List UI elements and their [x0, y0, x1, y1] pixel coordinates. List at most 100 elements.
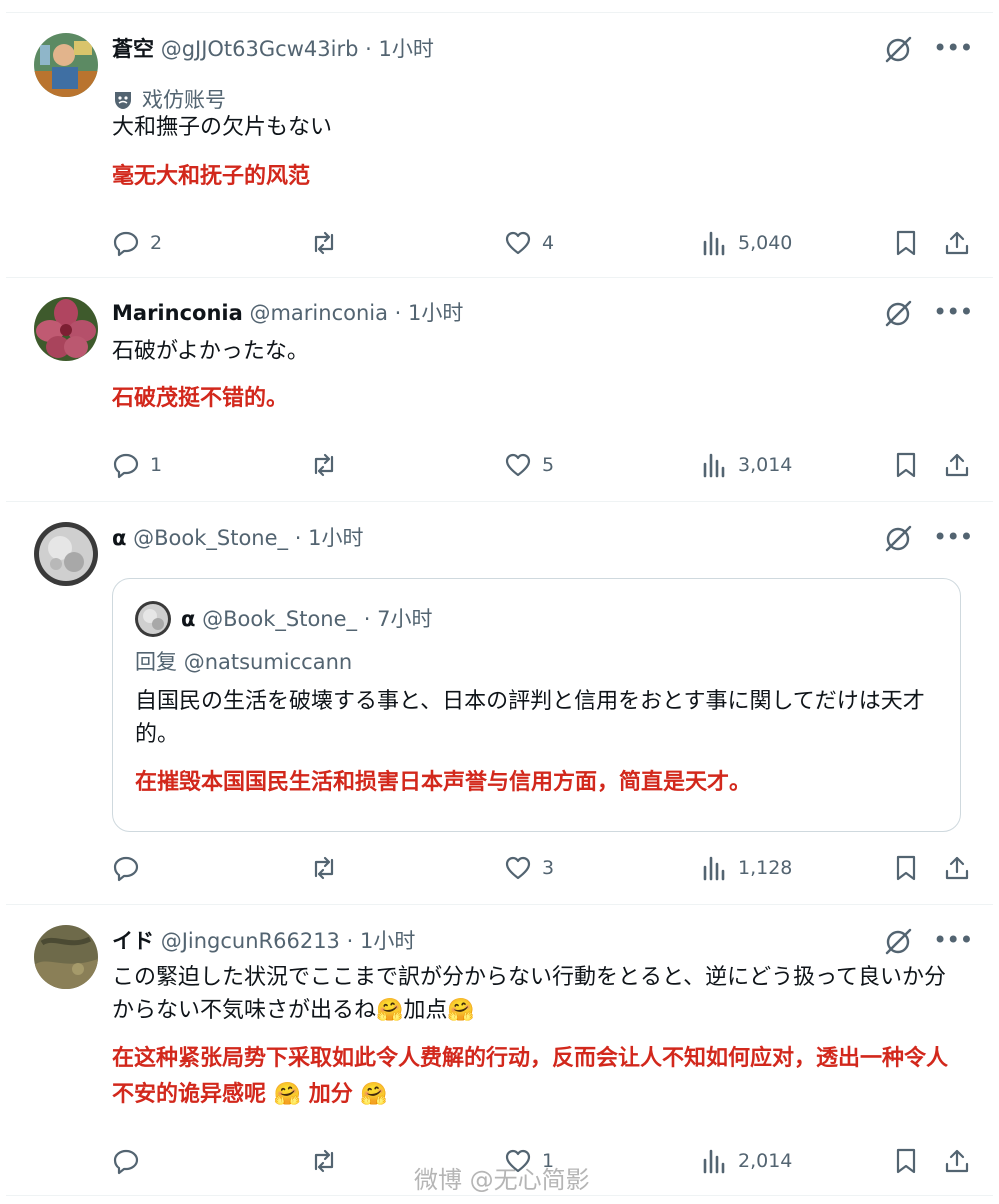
- repost-button[interactable]: [310, 225, 348, 261]
- bookmark-button[interactable]: [892, 225, 920, 261]
- view-count: 3,014: [738, 454, 793, 476]
- reply-icon: [113, 1149, 139, 1175]
- repost-button[interactable]: [310, 447, 348, 483]
- quoted-header: α @Book_Stone_ · 7小时: [181, 601, 432, 637]
- tweet-translation: 在这种紧张局势下采取如此令人费解的行动，反而会让人不知如何应对，透出一种令人不安…: [112, 1046, 949, 1107]
- reply-to-handle[interactable]: @natsumiccann: [184, 650, 353, 674]
- display-name[interactable]: 蒼空: [112, 37, 154, 61]
- views-icon: [703, 453, 725, 478]
- tweet[interactable]: イド @JingcunR66213 · 1小时 ••• この緊迫した状況でここま…: [6, 905, 993, 1196]
- reply-button[interactable]: [112, 850, 150, 886]
- more-options-icon[interactable]: •••: [933, 297, 973, 327]
- reply-icon: [113, 453, 139, 479]
- views-button[interactable]: 1,128: [700, 850, 792, 886]
- separator-dot: ·: [294, 526, 302, 550]
- tweet-translation: 石破茂挺不错的。: [112, 386, 289, 411]
- share-icon: [945, 231, 969, 255]
- display-name[interactable]: イド: [112, 929, 154, 953]
- user-handle[interactable]: @Book_Stone_: [133, 526, 288, 550]
- like-button[interactable]: 4: [504, 225, 554, 261]
- reply-button[interactable]: [112, 1143, 150, 1179]
- more-options-icon[interactable]: •••: [933, 33, 973, 63]
- separator-dot: ·: [346, 929, 354, 953]
- watermark: 微博 @无心简影: [414, 1166, 590, 1194]
- timestamp[interactable]: 1小时: [408, 301, 463, 325]
- separator-dot: ·: [394, 301, 402, 325]
- like-button[interactable]: 3: [504, 850, 554, 886]
- grok-icon[interactable]: [883, 524, 913, 554]
- avatar-image: [34, 297, 98, 361]
- bookmark-button[interactable]: [892, 447, 920, 483]
- reply-count: 1: [150, 454, 163, 476]
- reply-count: 2: [150, 232, 163, 254]
- share-icon: [945, 1149, 969, 1173]
- repost-icon: [314, 856, 334, 880]
- repost-button[interactable]: [310, 1143, 348, 1179]
- views-button[interactable]: 5,040: [700, 225, 792, 261]
- bookmark-button[interactable]: [892, 850, 920, 886]
- avatar-image: [135, 601, 171, 637]
- quoted-text: 自国民の生活を破壊する事と、日本の評判と信用をおとす事に関してだけは天才的。: [135, 689, 925, 747]
- reply-button[interactable]: 2: [112, 225, 162, 261]
- like-button[interactable]: 5: [504, 447, 554, 483]
- grok-icon[interactable]: [883, 35, 913, 65]
- display-name[interactable]: α: [112, 526, 126, 550]
- quoted-avatar[interactable]: [135, 601, 171, 637]
- more-options-icon[interactable]: •••: [933, 522, 973, 552]
- timestamp[interactable]: 1小时: [378, 37, 433, 61]
- tweet[interactable]: Marinconia @marinconia · 1小时 ••• 石破がよかった…: [6, 277, 993, 502]
- tweet-header: α @Book_Stone_ · 1小时: [112, 522, 883, 554]
- tweet-text: 大和撫子の欠片もない: [112, 115, 333, 140]
- avatar-image: [34, 522, 98, 586]
- share-button[interactable]: [943, 850, 971, 886]
- tweet-translation: 毫无大和抚子的风范: [112, 164, 311, 189]
- quoted-display-name: α: [181, 607, 196, 631]
- reply-icon: [113, 856, 139, 882]
- share-icon: [945, 856, 969, 880]
- mask-icon: [115, 92, 131, 109]
- timestamp[interactable]: 1小时: [308, 526, 363, 550]
- view-count: 2,014: [738, 1150, 793, 1172]
- tweet[interactable]: α @Book_Stone_ · 1小时 ••• α @Book_Stone_: [6, 502, 993, 905]
- share-button[interactable]: [943, 447, 971, 483]
- like-count: 4: [542, 232, 555, 254]
- repost-icon: [314, 453, 334, 477]
- quoted-tweet[interactable]: α @Book_Stone_ · 7小时 回复 @natsumiccann 自国…: [112, 578, 961, 832]
- action-bar: 1 5 3,014: [112, 447, 969, 483]
- avatar[interactable]: [34, 33, 98, 97]
- display-name[interactable]: Marinconia: [112, 301, 243, 325]
- avatar[interactable]: [34, 297, 98, 361]
- views-button[interactable]: 3,014: [700, 447, 792, 483]
- heart-icon: [505, 231, 531, 255]
- bookmark-button[interactable]: [892, 1143, 920, 1179]
- user-handle[interactable]: @gJJOt63Gcw43irb: [161, 37, 359, 61]
- like-count: 5: [542, 454, 555, 476]
- quoted-translation: 在摧毁本国国民生活和损害日本声誉与信用方面，简直是天才。: [135, 770, 752, 795]
- tweet-feed: 蒼空 @gJJOt63Gcw43irb · 1小时 ••• 戏仿账号 大和撫子の…: [0, 0, 999, 1204]
- more-options-icon[interactable]: •••: [933, 925, 973, 955]
- avatar-image: [34, 33, 98, 97]
- share-button[interactable]: [943, 1143, 971, 1179]
- user-handle[interactable]: @JingcunR66213: [161, 929, 340, 953]
- view-count: 5,040: [738, 232, 793, 254]
- share-button[interactable]: [943, 225, 971, 261]
- timestamp[interactable]: 1小时: [360, 929, 415, 953]
- views-button[interactable]: 2,014: [700, 1143, 792, 1179]
- repost-icon: [314, 1149, 334, 1173]
- bookmark-icon: [896, 452, 916, 478]
- user-handle[interactable]: @marinconia: [249, 301, 388, 325]
- grok-icon[interactable]: [883, 927, 913, 957]
- avatar[interactable]: [34, 925, 98, 989]
- views-icon: [703, 231, 725, 256]
- quoted-timestamp: 7小时: [377, 607, 433, 631]
- tweet[interactable]: 蒼空 @gJJOt63Gcw43irb · 1小时 ••• 戏仿账号 大和撫子の…: [6, 12, 993, 278]
- views-icon: [703, 1149, 725, 1174]
- reply-button[interactable]: 1: [112, 447, 162, 483]
- quoted-user-handle: @Book_Stone_: [202, 607, 358, 631]
- avatar[interactable]: [34, 522, 98, 586]
- action-bar: 2 4 5,040: [112, 225, 969, 261]
- bookmark-icon: [896, 1148, 916, 1174]
- repost-button[interactable]: [310, 850, 348, 886]
- grok-icon[interactable]: [883, 299, 913, 329]
- view-count: 1,128: [738, 857, 793, 879]
